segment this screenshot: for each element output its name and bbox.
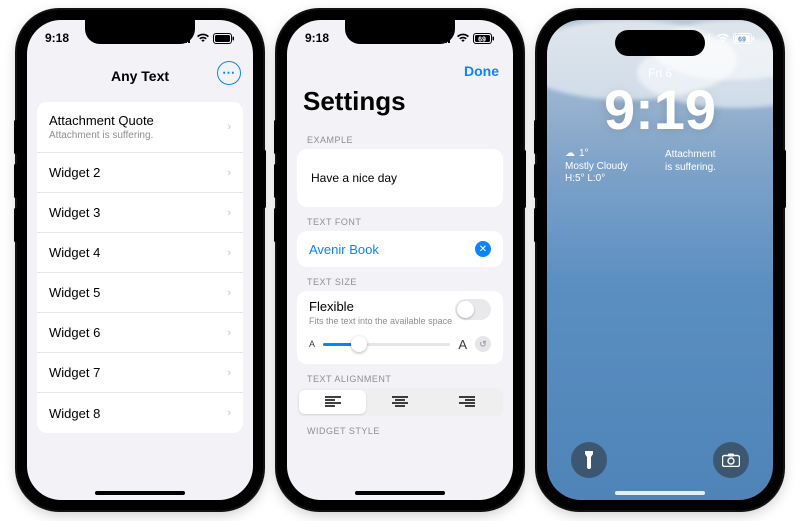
lockscreen-widgets: ☁ 1° Mostly Cloudy H:5° L:0° Attachment … — [547, 138, 773, 186]
widget-list[interactable]: Attachment Quote Attachment is suffering… — [37, 102, 243, 433]
text-size-card: Flexible Fits the text into the availabl… — [297, 291, 503, 364]
camera-button[interactable] — [713, 442, 749, 478]
font-picker-row[interactable]: Avenir Book ✕ — [297, 231, 503, 267]
reset-icon: ↺ — [479, 339, 487, 350]
phone-1: 9:18 Any Text ⋯ Attachment Quote Attachm… — [17, 10, 263, 510]
list-row[interactable]: Widget 3 › — [37, 193, 243, 233]
weather-condition: Mostly Cloudy — [565, 161, 628, 174]
wifi-icon — [716, 33, 730, 43]
status-time: 9:18 — [305, 31, 329, 45]
text-widget[interactable]: Attachment is suffering. — [665, 148, 755, 186]
align-center-option[interactable] — [366, 390, 433, 414]
xmark-icon: ✕ — [479, 244, 487, 255]
list-row[interactable]: Widget 7 › — [37, 353, 243, 393]
phone-2: 9:18 69 Done Settings EXAMPLE Have a nic… — [277, 10, 523, 510]
list-row[interactable]: Attachment Quote Attachment is suffering… — [37, 102, 243, 153]
align-left-icon — [325, 396, 341, 408]
chevron-right-icon: › — [227, 367, 231, 379]
wifi-icon — [196, 33, 210, 43]
done-button[interactable]: Done — [464, 63, 499, 79]
chevron-right-icon: › — [227, 287, 231, 299]
camera-icon — [722, 453, 740, 467]
list-row[interactable]: Widget 5 › — [37, 273, 243, 313]
flexible-toggle[interactable] — [455, 299, 491, 320]
nav-bar: Any Text ⋯ — [27, 56, 253, 96]
section-header-alignment: TEXT ALIGNMENT — [287, 364, 513, 388]
reset-size-button[interactable]: ↺ — [475, 336, 491, 352]
flexible-subtitle: Fits the text into the available space — [309, 316, 452, 326]
battery-icon: 69 — [473, 33, 495, 44]
row-title: Widget 2 — [49, 165, 100, 180]
align-left-option[interactable] — [299, 390, 366, 414]
align-right-option[interactable] — [434, 390, 501, 414]
font-name-label: Avenir Book — [309, 242, 379, 257]
more-button[interactable]: ⋯ — [217, 61, 241, 85]
row-title: Attachment Quote — [49, 113, 154, 128]
weather-widget[interactable]: ☁ 1° Mostly Cloudy H:5° L:0° — [565, 148, 628, 186]
home-indicator[interactable] — [355, 491, 445, 495]
chevron-right-icon: › — [227, 167, 231, 179]
weather-hilo: H:5° L:0° — [565, 173, 628, 186]
modal-toolbar: Done — [287, 56, 513, 86]
list-row[interactable]: Widget 8 › — [37, 393, 243, 433]
nav-title: Any Text — [111, 68, 169, 84]
text-size-slider[interactable] — [323, 336, 450, 352]
align-center-icon — [392, 396, 408, 408]
section-header-size: TEXT SIZE — [287, 267, 513, 291]
slider-thumb[interactable] — [351, 336, 367, 352]
section-header-font: TEXT FONT — [287, 207, 513, 231]
notch — [345, 20, 455, 44]
row-title: Widget 7 — [49, 365, 100, 380]
slider-max-label: A — [458, 337, 467, 352]
list-row[interactable]: Widget 4 › — [37, 233, 243, 273]
dynamic-island — [615, 30, 705, 56]
row-title: Widget 5 — [49, 285, 100, 300]
home-indicator[interactable] — [95, 491, 185, 495]
row-title: Widget 3 — [49, 205, 100, 220]
chevron-right-icon: › — [227, 121, 231, 133]
chevron-right-icon: › — [227, 407, 231, 419]
home-indicator[interactable] — [615, 491, 705, 495]
weather-temp: 1° — [579, 148, 589, 161]
example-preview: Have a nice day — [297, 149, 503, 207]
lockscreen-actions — [547, 442, 773, 478]
svg-text:69: 69 — [738, 36, 746, 43]
quote-text: Attachment is suffering. — [665, 149, 716, 173]
flashlight-icon — [582, 451, 596, 469]
list-row[interactable]: Widget 2 › — [37, 153, 243, 193]
row-title: Widget 6 — [49, 325, 100, 340]
phone-3: 69 Fri 6 9:19 ☁ 1° Mostly Cloudy H:5° L:… — [537, 10, 783, 510]
list-row[interactable]: Widget 6 › — [37, 313, 243, 353]
row-title: Widget 4 — [49, 245, 100, 260]
slider-min-label: A — [309, 339, 315, 349]
cloud-icon: ☁ — [565, 148, 575, 161]
status-time: 9:18 — [45, 31, 69, 45]
clear-font-button[interactable]: ✕ — [475, 241, 491, 257]
chevron-right-icon: › — [227, 207, 231, 219]
chevron-right-icon: › — [227, 247, 231, 259]
align-right-icon — [459, 396, 475, 408]
flexible-title: Flexible — [309, 299, 452, 314]
battery-icon — [213, 33, 235, 44]
screen-widget-list: 9:18 Any Text ⋯ Attachment Quote Attachm… — [27, 20, 253, 500]
section-header-example: EXAMPLE — [287, 125, 513, 149]
text-alignment-segmented[interactable] — [297, 388, 503, 416]
section-header-widget-style: WIDGET STYLE — [287, 416, 513, 440]
battery-icon: 69 — [733, 33, 755, 44]
notch — [85, 20, 195, 44]
screen-settings: 9:18 69 Done Settings EXAMPLE Have a nic… — [287, 20, 513, 500]
lock-screen: 69 Fri 6 9:19 ☁ 1° Mostly Cloudy H:5° L:… — [547, 20, 773, 500]
flashlight-button[interactable] — [571, 442, 607, 478]
row-subtitle: Attachment is suffering. — [49, 130, 154, 141]
settings-title: Settings — [287, 86, 513, 125]
svg-text:69: 69 — [478, 36, 486, 43]
example-text: Have a nice day — [311, 171, 397, 185]
ellipsis-icon: ⋯ — [222, 65, 236, 81]
status-indicators: 69 — [699, 33, 755, 44]
row-title: Widget 8 — [49, 406, 100, 421]
wifi-icon — [456, 33, 470, 43]
chevron-right-icon: › — [227, 327, 231, 339]
